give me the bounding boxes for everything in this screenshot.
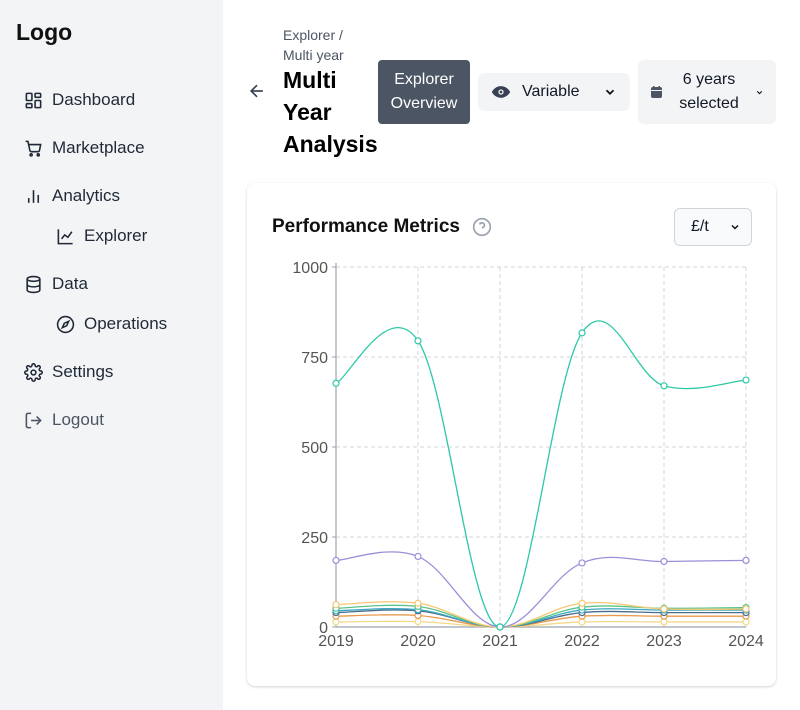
- sidebar: Logo Dashboard Marketplace Analytics Exp…: [0, 0, 223, 710]
- performance-metrics-card: Performance Metrics £/t 0 250 500 750 1000 20…: [247, 183, 776, 686]
- sidebar-item-label: Marketplace: [52, 138, 145, 157]
- arrow-left-icon[interactable]: [247, 81, 267, 101]
- data-point: [742, 618, 750, 626]
- data-point: [332, 556, 340, 564]
- x-tick-label: 2024: [728, 633, 764, 650]
- data-point: [414, 552, 422, 561]
- data-point: [332, 618, 340, 626]
- data-point: [578, 618, 586, 626]
- sidebar-item-label: Analytics: [52, 186, 121, 205]
- sidebar-item-logout[interactable]: Logout: [24, 410, 104, 430]
- line-chart-icon: [57, 228, 73, 244]
- logout-icon: [25, 412, 42, 428]
- page-title: Multi Year Analysis: [283, 67, 378, 157]
- years-dropdown[interactable]: 6 years selected: [638, 60, 776, 124]
- data-point: [414, 618, 422, 626]
- variable-dropdown[interactable]: Variable: [478, 73, 630, 111]
- data-point: [742, 376, 750, 384]
- eye-icon: [491, 86, 511, 98]
- sidebar-item-label: Operations: [84, 314, 168, 333]
- gear-icon: [24, 362, 43, 382]
- calendar-icon: [651, 86, 662, 98]
- data-point: [578, 329, 586, 337]
- sidebar-item-label: Data: [52, 274, 88, 293]
- data-point: [578, 559, 586, 567]
- data-point: [332, 601, 340, 609]
- data-point: [332, 379, 340, 387]
- sidebar-item-label: Settings: [52, 362, 114, 381]
- bar-chart-icon: [27, 189, 40, 203]
- data-point: [742, 605, 750, 613]
- data-point: [496, 623, 504, 631]
- y-tick-label: 750: [301, 350, 328, 367]
- database-icon: [26, 275, 41, 293]
- years-label: 6 years selected: [679, 71, 739, 112]
- y-tick-label: 500: [301, 440, 328, 457]
- performance-line-chart: 025050075010002019 2020 2021 2022 2023 2024: [292, 260, 764, 650]
- x-tick-label: 2019: [318, 633, 354, 650]
- data-point: [414, 337, 422, 345]
- sidebar-item-dashboard[interactable]: Dashboard: [24, 90, 135, 110]
- sidebar-item-label: Explorer: [84, 226, 148, 245]
- x-tick-label: 2020: [400, 633, 436, 650]
- breadcrumb: Explorer / Multi year: [283, 27, 344, 63]
- main-content: Explorer / Multi year Multi Year Analysi…: [223, 0, 800, 710]
- chevron-down-icon: [756, 90, 763, 95]
- sidebar-item-analytics[interactable]: Analytics: [24, 186, 120, 206]
- sidebar-item-label: Logout: [52, 410, 104, 429]
- sidebar-item-data[interactable]: Data: [24, 274, 88, 294]
- sidebar-item-explorer[interactable]: Explorer: [56, 226, 147, 246]
- data-point: [660, 557, 668, 566]
- sidebar-item-label: Dashboard: [52, 90, 136, 109]
- explorer-overview-button[interactable]: Explorer Overview: [378, 60, 470, 124]
- compass-icon: [56, 315, 75, 333]
- y-tick-label: 1000: [292, 260, 328, 277]
- x-tick-label: 2022: [564, 633, 600, 650]
- data-point: [414, 599, 422, 607]
- y-tick-label: 250: [301, 530, 328, 547]
- sidebar-item-settings[interactable]: Settings: [24, 362, 113, 382]
- x-tick-label: 2023: [646, 633, 682, 650]
- series-line: [335, 320, 747, 628]
- chevron-down-icon: [605, 89, 615, 95]
- grid-icon: [25, 92, 42, 108]
- x-tick-label: 2021: [482, 633, 518, 650]
- logo: Logo: [16, 19, 73, 45]
- cart-icon: [25, 140, 42, 157]
- sidebar-item-operations[interactable]: Operations: [56, 314, 167, 334]
- data-point: [660, 605, 668, 613]
- sidebar-item-marketplace[interactable]: Marketplace: [24, 138, 145, 158]
- data-point: [742, 556, 750, 564]
- variable-label: Variable: [522, 83, 580, 100]
- data-point: [578, 599, 586, 607]
- data-point: [660, 618, 668, 626]
- data-point: [660, 382, 668, 390]
